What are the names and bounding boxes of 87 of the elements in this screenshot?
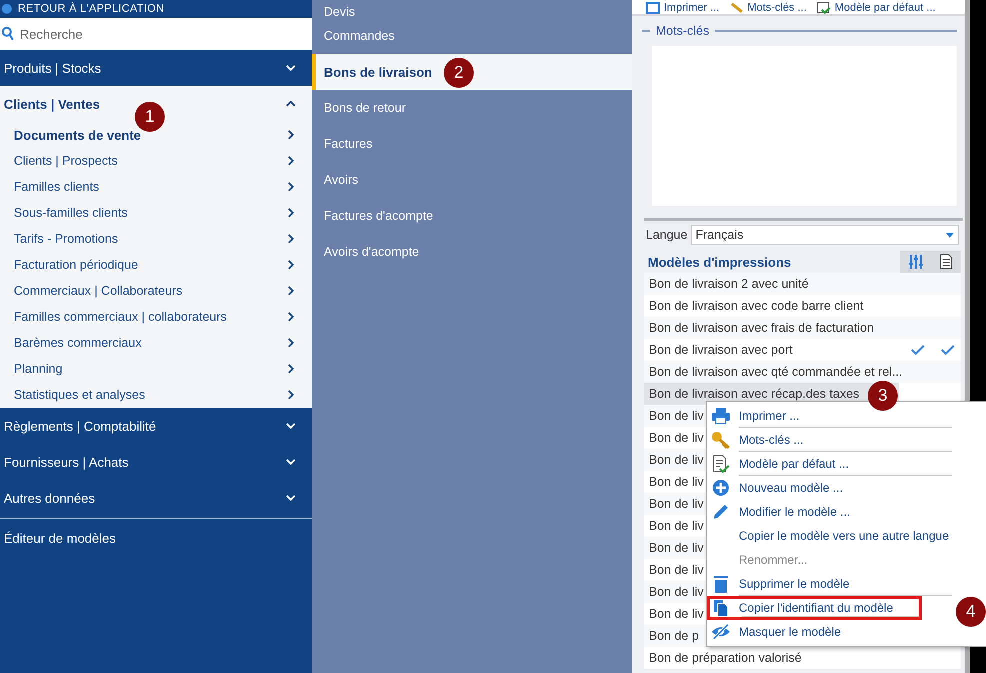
- model-name: Bon de livraison avec code barre client: [649, 299, 864, 313]
- model-row[interactable]: Bon de livraison avec code barre client: [644, 295, 961, 317]
- sidebar-item-label: Statistiques et analyses: [14, 388, 146, 402]
- sidebar-item-label: Familles commerciaux | collaborateurs: [14, 310, 228, 324]
- sidebar-section[interactable]: Règlements | Comptabilité: [0, 408, 312, 444]
- back-link-label[interactable]: RETOUR À L'APPLICATION: [18, 3, 164, 15]
- sidebar-item-label: Sous-familles clients: [14, 206, 128, 220]
- chevron-right-icon: [288, 156, 294, 166]
- sidebar-item[interactable]: Planning: [0, 356, 312, 382]
- model-name: Bon de liv: [649, 431, 704, 445]
- section-label: Fournisseurs | Achats: [4, 454, 129, 470]
- model-name: Bon de liv: [649, 541, 704, 555]
- model-row[interactable]: Bon de préparation valorisé: [644, 647, 961, 669]
- toolbar-button[interactable]: Mots-clés ...: [730, 2, 807, 14]
- sliders-icon[interactable]: [908, 254, 924, 270]
- sidebar-item-label: Planning: [14, 362, 63, 376]
- menu-item[interactable]: Modifier le modèle ...: [707, 500, 952, 524]
- model-name: Bon de liv: [649, 475, 704, 489]
- copy-icon: [713, 599, 729, 617]
- chevron-down-icon: [286, 65, 296, 71]
- chevron-right-icon: [288, 286, 294, 296]
- model-name: Bon de liv: [649, 607, 704, 621]
- chevron-right-icon: [288, 338, 294, 348]
- section-label: Autres données: [4, 490, 96, 506]
- menu-item[interactable]: Masquer le modèle: [707, 620, 952, 644]
- toolbar-button[interactable]: Modèle par défaut ...: [816, 2, 936, 14]
- chevron-up-icon: [286, 101, 296, 107]
- model-name: Bon de livraison 2 avec unité: [649, 277, 809, 291]
- chevron-down-icon: [286, 423, 296, 429]
- keywords-title: Mots-clés: [656, 24, 710, 38]
- sidebar-item-label: Tarifs - Promotions: [14, 232, 118, 246]
- model-name: Bon de liv: [649, 409, 704, 423]
- model-row[interactable]: Bon de livraison avec frais de facturation: [644, 317, 961, 339]
- section-label: Règlements | Comptabilité: [4, 418, 156, 434]
- model-name: Bon de livraison avec frais de facturation: [649, 321, 874, 335]
- menu-item[interactable]: Copier le modèle vers une autre langue: [707, 524, 952, 548]
- sidebar-item-label: Facturation périodique: [14, 258, 138, 272]
- document-check-icon: [711, 455, 731, 473]
- sidebar-item[interactable]: Commerciaux | Collaborateurs: [0, 278, 312, 304]
- section-label: Produits | Stocks: [4, 60, 102, 76]
- document-icon[interactable]: [940, 254, 953, 270]
- model-name: Bon de liv: [649, 519, 704, 533]
- chevron-right-icon: [288, 260, 294, 270]
- search-bar[interactable]: Recherche: [0, 18, 312, 50]
- sidebar-item-label: Familles clients: [14, 180, 100, 194]
- toolbar-button[interactable]: Imprimer ...: [646, 2, 720, 14]
- menu-item[interactable]: Copier l'identifiant du modèle: [707, 596, 922, 620]
- plus-circle-icon: [712, 479, 730, 497]
- chevron-right-icon: [288, 234, 294, 244]
- sidebar-item-label: Commerciaux | Collaborateurs: [14, 284, 183, 298]
- model-row[interactable]: Bon de livraison avec port: [644, 339, 961, 361]
- trash-icon: [713, 575, 729, 593]
- model-name: Bon de livraison avec récap.des taxes: [649, 387, 860, 401]
- sidebar-item[interactable]: Familles commerciaux | collaborateurs: [0, 304, 312, 330]
- chevron-right-icon: [288, 182, 294, 192]
- model-name: Bon de liv: [649, 453, 704, 467]
- menu-item[interactable]: Nouveau modèle ...: [707, 476, 952, 500]
- sidebar-item[interactable]: Barèmes commerciaux: [0, 330, 312, 356]
- language-dropdown[interactable]: Français: [690, 225, 959, 245]
- sidebar-section[interactable]: Fournisseurs | Achats: [0, 444, 312, 480]
- chevron-right-icon: [288, 208, 294, 218]
- sidebar-item-label: Clients | Prospects: [14, 154, 118, 168]
- model-row[interactable]: Bon de livraison 2 avec unité: [644, 273, 961, 295]
- sidebar-item-label: Barèmes commerciaux: [14, 336, 142, 350]
- chevron-right-icon: [288, 312, 294, 322]
- language-label: Langue: [646, 228, 688, 242]
- search-icon: [2, 27, 14, 41]
- chevron-right-icon: [288, 130, 294, 140]
- model-name: Bon de p: [649, 629, 700, 643]
- chevron-down-icon: [286, 495, 296, 501]
- sidebar-link[interactable]: Éditeur de modèles: [0, 521, 312, 555]
- model-name: Bon de liv: [649, 585, 704, 599]
- chevron-right-icon: [288, 390, 294, 400]
- hidden-eye-icon: [711, 624, 731, 640]
- model-name: Bon de liv: [649, 563, 704, 577]
- model-name: Bon de livraison avec port: [649, 343, 793, 357]
- chevron-down-icon: [286, 459, 296, 465]
- model-name: Bon de préparation valorisé: [649, 651, 802, 665]
- chevron-right-icon: [288, 364, 294, 374]
- model-row[interactable]: Bon de livraison avec qté commandée et rel...: [644, 361, 961, 383]
- dropdown-arrow-icon: [946, 232, 954, 238]
- model-name: Bon de liv: [649, 497, 704, 511]
- pencil-icon: [712, 503, 730, 521]
- model-name: Bon de livraison avec qté commandée et rel...: [649, 365, 903, 379]
- section-label: Clients | Ventes: [4, 96, 100, 112]
- sidebar-section[interactable]: Autres données: [0, 480, 312, 516]
- sidebar-item[interactable]: Statistiques et analyses: [0, 382, 312, 408]
